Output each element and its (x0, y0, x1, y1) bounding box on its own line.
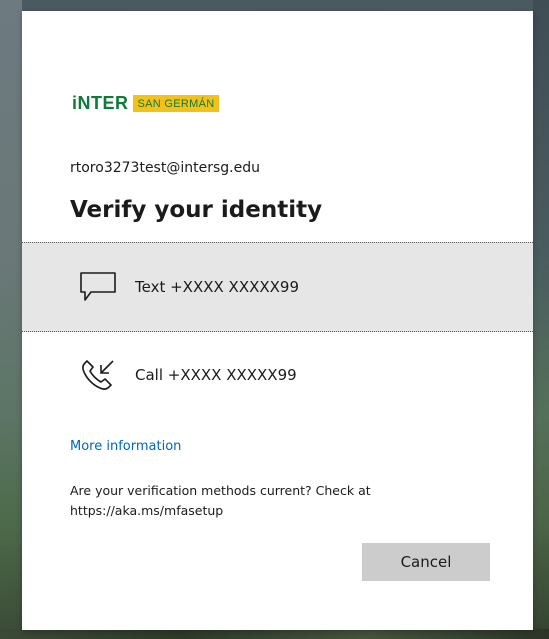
verification-notice: Are your verification methods current? C… (70, 481, 490, 521)
account-email: rtoro3273test@intersg.edu (70, 160, 260, 176)
background-bottom (0, 629, 549, 639)
verify-method-call-label: Call +XXXX XXXXX99 (135, 366, 297, 384)
more-information-link[interactable]: More information (70, 439, 181, 454)
page-title: Verify your identity (70, 197, 323, 223)
verification-notice-url: https://aka.ms/mfasetup (70, 503, 224, 518)
verification-notice-line1: Are your verification methods current? C… (70, 483, 371, 498)
organization-logo: iNTER SAN GERMÁN (72, 93, 220, 114)
logo-campus-badge: SAN GERMÁN (132, 95, 220, 112)
cancel-button[interactable]: Cancel (362, 543, 490, 581)
verify-method-text-label: Text +XXXX XXXXX99 (135, 278, 300, 296)
phone-call-icon (78, 354, 120, 396)
sms-icon (78, 266, 120, 308)
verify-method-text[interactable]: Text +XXXX XXXXX99 (22, 242, 533, 332)
verify-method-call[interactable]: Call +XXXX XXXXX99 (22, 331, 533, 419)
background-left (0, 0, 22, 639)
logo-wordmark: iNTER (72, 93, 129, 113)
background-right (533, 0, 549, 639)
sign-in-card: iNTER SAN GERMÁN rtoro3273test@intersg.e… (22, 11, 533, 630)
